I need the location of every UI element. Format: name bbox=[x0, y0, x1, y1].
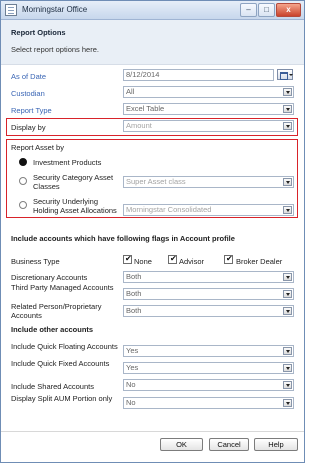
title-bar[interactable]: Morningstar Office – □ x bbox=[1, 1, 304, 20]
radio-investment-products[interactable] bbox=[19, 158, 27, 166]
report-type-value: Excel Table bbox=[126, 104, 165, 113]
discretionary-select[interactable]: Both bbox=[123, 271, 294, 283]
shared-accounts-label: Include Shared Accounts bbox=[11, 382, 94, 391]
third-party-label: Third Party Managed Accounts bbox=[11, 283, 114, 292]
split-aum-label: Display Split AUM Portion only bbox=[11, 394, 113, 403]
cancel-button[interactable]: Cancel bbox=[209, 438, 249, 451]
chevron-down-icon bbox=[283, 399, 292, 407]
radio-underlying-holding[interactable] bbox=[19, 201, 27, 209]
underlying-holding-value: Morningstar Consolidated bbox=[126, 205, 212, 214]
underlying-holding-label: Security Underlying Holding Asset Alloca… bbox=[33, 197, 117, 215]
custodian-label: Custodian bbox=[11, 89, 45, 98]
security-category-select[interactable]: Super Asset class bbox=[123, 176, 294, 188]
app-icon bbox=[5, 4, 17, 16]
header-subtitle: Select report options here. bbox=[11, 45, 99, 54]
related-person-select[interactable]: Both bbox=[123, 305, 294, 317]
custodian-select[interactable]: All bbox=[123, 86, 294, 98]
security-category-value: Super Asset class bbox=[126, 177, 186, 186]
related-person-label: Related Person/Proprietary Accounts bbox=[11, 302, 102, 320]
radio-security-category[interactable] bbox=[19, 177, 27, 185]
none-label: None bbox=[134, 257, 152, 266]
chevron-down-icon bbox=[283, 381, 292, 389]
investment-products-label: Investment Products bbox=[33, 158, 102, 167]
broker-dealer-label: Broker Dealer bbox=[236, 257, 283, 266]
chevron-down-icon bbox=[283, 105, 292, 113]
ok-button[interactable]: OK bbox=[160, 438, 203, 451]
report-type-label: Report Type bbox=[11, 106, 52, 115]
as-of-date-value: 8/12/2014 bbox=[126, 70, 160, 79]
report-asset-title: Report Asset by bbox=[11, 143, 64, 152]
discretionary-value: Both bbox=[126, 272, 142, 281]
split-aum-value: No bbox=[126, 398, 136, 407]
report-options-dialog: Morningstar Office – □ x Report Options … bbox=[0, 0, 305, 463]
quick-floating-value: Yes bbox=[126, 346, 139, 355]
advisor-label: Advisor bbox=[179, 257, 205, 266]
quick-floating-label: Include Quick Floating Accounts bbox=[11, 342, 118, 351]
quick-fixed-value: Yes bbox=[126, 363, 139, 372]
third-party-select[interactable]: Both bbox=[123, 288, 294, 300]
minimize-button[interactable]: – bbox=[240, 3, 257, 17]
chevron-down-icon bbox=[283, 364, 292, 372]
other-section-title: Include other accounts bbox=[11, 325, 94, 334]
calendar-icon[interactable] bbox=[277, 69, 293, 80]
split-aum-select[interactable]: No bbox=[123, 397, 294, 409]
checkbox-none[interactable]: ✔ bbox=[123, 254, 132, 264]
chevron-down-icon bbox=[283, 290, 292, 298]
checkbox-broker-dealer[interactable]: ✔ bbox=[224, 254, 233, 264]
display-by-value: Amount bbox=[126, 121, 152, 130]
chevron-down-icon bbox=[283, 122, 292, 130]
third-party-value: Both bbox=[126, 289, 142, 298]
chevron-down-icon bbox=[283, 178, 292, 186]
quick-fixed-select[interactable]: Yes bbox=[123, 362, 294, 374]
as-of-date-label: As of Date bbox=[11, 72, 47, 81]
header-title: Report Options bbox=[11, 28, 66, 37]
underlying-holding-select[interactable]: Morningstar Consolidated bbox=[123, 204, 294, 216]
as-of-date-input[interactable]: 8/12/2014 bbox=[123, 69, 274, 81]
business-type-label: Business Type bbox=[11, 257, 60, 266]
custodian-value: All bbox=[126, 87, 135, 96]
shared-accounts-select[interactable]: No bbox=[123, 379, 294, 391]
help-button[interactable]: Help bbox=[254, 438, 298, 451]
discretionary-label: Discretionary Accounts bbox=[11, 273, 88, 282]
maximize-button[interactable]: □ bbox=[258, 3, 275, 17]
dialog-header: Report Options Select report options her… bbox=[1, 20, 304, 65]
display-by-select[interactable]: Amount bbox=[123, 120, 294, 132]
quick-floating-select[interactable]: Yes bbox=[123, 345, 294, 357]
display-by-label: Display by bbox=[11, 123, 46, 132]
quick-fixed-label: Include Quick Fixed Accounts bbox=[11, 359, 110, 368]
flags-section-title: Include accounts which have following fl… bbox=[11, 234, 235, 243]
chevron-down-icon bbox=[283, 88, 292, 96]
report-type-select[interactable]: Excel Table bbox=[123, 103, 294, 115]
chevron-down-icon bbox=[283, 307, 292, 315]
related-person-value: Both bbox=[126, 306, 142, 315]
chevron-down-icon bbox=[283, 347, 292, 355]
checkbox-advisor[interactable]: ✔ bbox=[168, 254, 177, 264]
shared-accounts-value: No bbox=[126, 380, 136, 389]
security-category-label: Security Category Asset Classes bbox=[33, 173, 114, 191]
chevron-down-icon bbox=[283, 273, 292, 281]
chevron-down-icon bbox=[283, 206, 292, 214]
footer-divider bbox=[1, 431, 304, 432]
close-button[interactable]: x bbox=[276, 3, 301, 17]
window-title: Morningstar Office bbox=[22, 5, 88, 14]
